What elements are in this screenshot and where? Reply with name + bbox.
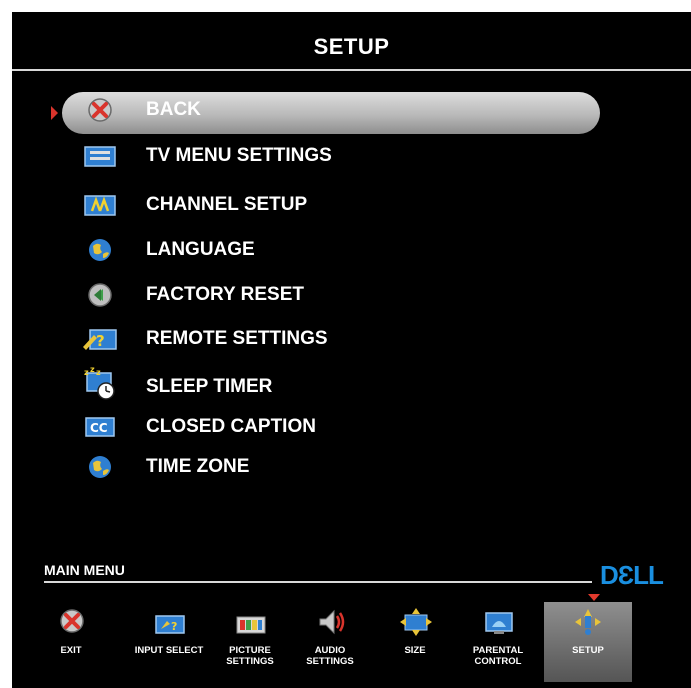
main-menu-divider	[44, 581, 592, 583]
menu-item-label: CHANNEL SETUP	[146, 194, 308, 215]
exit-icon	[60, 609, 84, 633]
svg-text:z: z	[84, 368, 89, 377]
svg-text:z: z	[96, 368, 101, 377]
main-menu-item-label: SETUP	[572, 645, 604, 656]
main-menu-item-label: PICTURE SETTINGS	[226, 645, 274, 667]
selection-arrow-icon	[51, 106, 58, 120]
title-divider	[12, 69, 691, 71]
main-menu-item-label: SIZE	[404, 645, 426, 656]
main-menu-size[interactable]: SIZE	[384, 602, 446, 682]
tv-osd-screen: SETUP BACK TV MENU SETTINGS CHANNEL SETU…	[12, 12, 691, 688]
selection-highlight	[62, 92, 600, 134]
page-title: SETUP	[313, 34, 390, 59]
main-menu-exit[interactable]: EXIT	[40, 602, 102, 682]
main-menu-input-select[interactable]: ? INPUT SELECT	[135, 602, 203, 682]
menu-item-label: SLEEP TIMER	[146, 376, 273, 397]
dell-logo: DƐLL	[600, 560, 664, 590]
main-menu-picture-settings[interactable]: PICTURE SETTINGS	[219, 602, 281, 682]
parental-control-icon	[485, 612, 513, 634]
menu-item-label: CLOSED CAPTION	[146, 416, 316, 437]
menu-item-channel-setup[interactable]: CHANNEL SETUP	[12, 187, 612, 229]
main-menu-item-label: INPUT SELECT	[134, 645, 204, 656]
globe-icon	[89, 456, 111, 478]
main-menu-setup[interactable]: SETUP	[544, 602, 632, 682]
main-menu-item-label: AUDIO SETTINGS	[306, 645, 354, 667]
menu-item-back[interactable]: BACK	[12, 92, 612, 134]
menu-item-factory-reset[interactable]: FACTORY RESET	[12, 277, 612, 319]
channel-setup-icon	[84, 195, 116, 216]
menu-item-sleep-timer[interactable]: z z z SLEEP TIMER	[12, 367, 612, 411]
menu-item-remote-settings[interactable]: ? REMOTE SETTINGS	[12, 321, 612, 363]
tv-menu-icon	[84, 146, 116, 167]
menu-item-tv-menu-settings[interactable]: TV MENU SETTINGS	[12, 138, 612, 180]
svg-text:?: ?	[96, 332, 105, 350]
menu-item-time-zone[interactable]: TIME ZONE	[12, 449, 612, 491]
main-menu-label: MAIN MENU	[44, 562, 125, 578]
cc-icon: CC	[85, 417, 115, 437]
globe-icon	[89, 239, 111, 261]
speaker-icon	[319, 609, 345, 635]
main-menu-audio-settings[interactable]: AUDIO SETTINGS	[299, 602, 361, 682]
size-icon	[400, 608, 432, 636]
input-select-icon: ?	[155, 615, 185, 634]
back-x-icon	[88, 98, 112, 122]
menu-item-label: LANGUAGE	[146, 239, 255, 260]
setup-icon	[575, 609, 601, 635]
menu-item-closed-caption[interactable]: CC CLOSED CAPTION	[12, 409, 612, 451]
svg-text:z: z	[90, 367, 95, 374]
remote-settings-icon: ?	[83, 329, 117, 350]
sleep-timer-icon: z z z	[84, 367, 115, 400]
svg-text:CC: CC	[90, 421, 108, 435]
menu-item-label: TIME ZONE	[146, 456, 250, 477]
menu-item-label: TV MENU SETTINGS	[146, 145, 332, 166]
menu-item-label: FACTORY RESET	[146, 284, 305, 305]
current-section-marker	[588, 594, 600, 601]
picture-settings-icon	[236, 616, 266, 634]
main-menu-parental-control[interactable]: PARENTAL CONTROL	[467, 602, 529, 682]
menu-item-label: REMOTE SETTINGS	[146, 328, 328, 349]
factory-reset-icon	[88, 283, 112, 307]
svg-text:?: ?	[171, 620, 177, 633]
main-menu-item-label: PARENTAL CONTROL	[472, 645, 524, 667]
menu-item-label: BACK	[146, 99, 201, 120]
menu-item-language[interactable]: LANGUAGE	[12, 232, 612, 274]
main-menu-item-label: EXIT	[60, 645, 82, 656]
